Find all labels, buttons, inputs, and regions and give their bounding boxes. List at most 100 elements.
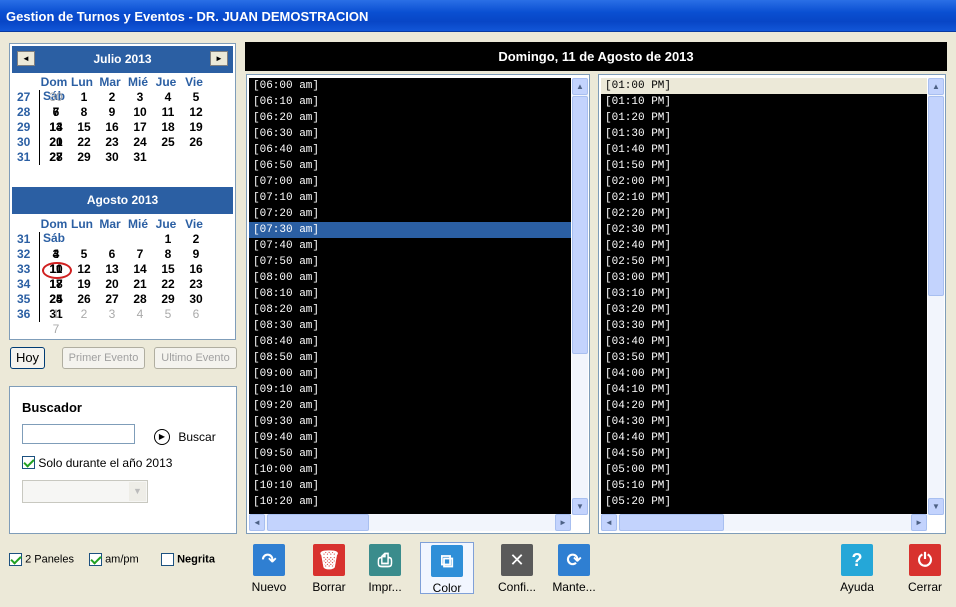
time-slot[interactable]: [09:00 am]	[249, 366, 571, 382]
time-slot[interactable]: [10:20 am]	[249, 494, 571, 510]
time-slot[interactable]: [05:10 PM]	[601, 478, 927, 494]
day-cell[interactable]: 5	[154, 307, 182, 322]
scroll-thumb[interactable]	[619, 514, 724, 531]
time-slot[interactable]: [07:10 am]	[249, 190, 571, 206]
mante-button[interactable]: ⟳ Mante...	[547, 542, 601, 594]
day-cell[interactable]: 20	[98, 277, 126, 292]
scroll-left-icon[interactable]: ◄	[249, 514, 265, 531]
time-slot[interactable]: [02:30 PM]	[601, 222, 927, 238]
time-slot[interactable]: [01:00 PM]	[601, 78, 927, 94]
ayuda-button[interactable]: ? Ayuda	[830, 542, 884, 594]
time-slot[interactable]: [06:20 am]	[249, 110, 571, 126]
search-combo[interactable]: ▼	[22, 480, 148, 503]
time-slot[interactable]: [08:30 am]	[249, 318, 571, 334]
day-cell[interactable]: 16	[182, 262, 210, 277]
time-slot[interactable]: [02:10 PM]	[601, 190, 927, 206]
time-slot[interactable]: [03:10 PM]	[601, 286, 927, 302]
day-cell[interactable]: 17	[126, 120, 154, 135]
day-cell[interactable]: 8	[70, 105, 98, 120]
selected-day-cell[interactable]: 11	[42, 262, 72, 279]
chevron-down-icon[interactable]: ▼	[129, 482, 146, 501]
day-cell[interactable]: 16	[98, 120, 126, 135]
time-slot[interactable]: [02:00 PM]	[601, 174, 927, 190]
time-slot[interactable]: [03:50 PM]	[601, 350, 927, 366]
day-cell[interactable]: 28	[42, 150, 70, 165]
time-slot[interactable]: [04:30 PM]	[601, 414, 927, 430]
today-button[interactable]: Hoy	[10, 347, 45, 369]
next-month-button[interactable]: ►	[210, 51, 228, 66]
time-slot[interactable]: [03:30 PM]	[601, 318, 927, 334]
color-button[interactable]: ⧉ Color	[420, 542, 474, 595]
day-cell[interactable]: 12	[70, 262, 98, 277]
day-cell[interactable]: 4	[42, 247, 70, 262]
time-slot[interactable]: [06:00 am]	[249, 78, 571, 94]
ampm-checkbox[interactable]: am/pm	[89, 553, 139, 566]
time-slot[interactable]: [05:00 PM]	[601, 462, 927, 478]
time-slot[interactable]: [02:20 PM]	[601, 206, 927, 222]
time-slot[interactable]: [09:40 am]	[249, 430, 571, 446]
nuevo-button[interactable]: ↷ Nuevo	[242, 542, 296, 594]
day-cell[interactable]: 6	[182, 307, 210, 322]
last-event-button[interactable]: Ultimo Evento	[154, 347, 237, 369]
time-slot[interactable]: [06:10 am]	[249, 94, 571, 110]
morning-slot-list[interactable]: [06:00 am] [06:10 am] [06:20 am] [06:30 am]…	[249, 78, 571, 515]
day-cell[interactable]: 22	[70, 135, 98, 150]
time-slot[interactable]: [02:50 PM]	[601, 254, 927, 270]
search-input[interactable]	[22, 424, 135, 444]
time-slot[interactable]: [06:50 am]	[249, 158, 571, 174]
day-cell[interactable]: 30	[42, 90, 70, 105]
day-cell[interactable]: 9	[98, 105, 126, 120]
bold-checkbox[interactable]: Negrita	[161, 553, 215, 566]
afternoon-hscroll[interactable]: ◄ ►	[601, 514, 927, 531]
day-cell[interactable]: 10	[126, 105, 154, 120]
search-button[interactable]: ▶ Buscar	[154, 429, 216, 445]
time-slot[interactable]: [06:40 am]	[249, 142, 571, 158]
day-cell[interactable]: 4	[126, 307, 154, 322]
time-slot[interactable]: [01:50 PM]	[601, 158, 927, 174]
day-cell[interactable]: 29	[154, 292, 182, 307]
day-cell[interactable]: 25	[42, 292, 70, 307]
time-slot[interactable]: [07:00 am]	[249, 174, 571, 190]
time-slot[interactable]: [01:10 PM]	[601, 94, 927, 110]
time-slot[interactable]: [09:30 am]	[249, 414, 571, 430]
day-cell[interactable]: 21	[42, 135, 70, 150]
scroll-right-icon[interactable]: ►	[555, 514, 571, 531]
day-cell[interactable]: 7	[126, 247, 154, 262]
time-slot[interactable]: [03:40 PM]	[601, 334, 927, 350]
prev-month-button[interactable]: ◄	[17, 51, 35, 66]
day-cell[interactable]: 5	[70, 247, 98, 262]
borrar-button[interactable]: 🗑 Borrar	[302, 542, 356, 594]
day-cell[interactable]: 3	[98, 307, 126, 322]
day-cell[interactable]: 23	[98, 135, 126, 150]
day-cell[interactable]: 7	[42, 105, 70, 120]
day-cell[interactable]: 18	[42, 277, 70, 292]
scroll-right-icon[interactable]: ►	[911, 514, 927, 531]
day-cell[interactable]: 4	[154, 90, 182, 105]
day-cell[interactable]: 9	[182, 247, 210, 262]
time-slot[interactable]: [07:50 am]	[249, 254, 571, 270]
day-cell[interactable]: 5	[182, 90, 210, 105]
afternoon-slot-list[interactable]: [01:00 PM] [01:10 PM] [01:20 PM] [01:30 PM]…	[601, 78, 927, 515]
time-slot[interactable]: [08:20 am]	[249, 302, 571, 318]
scroll-thumb[interactable]	[572, 96, 588, 354]
time-slot[interactable]: [03:20 PM]	[601, 302, 927, 318]
day-cell[interactable]: 1	[70, 90, 98, 105]
time-slot[interactable]: [04:20 PM]	[601, 398, 927, 414]
two-panels-checkbox[interactable]: 2 Paneles	[9, 553, 74, 566]
day-cell[interactable]: 8	[154, 247, 182, 262]
day-cell[interactable]: 15	[70, 120, 98, 135]
day-cell[interactable]: 7	[42, 322, 70, 337]
time-slot[interactable]: [10:00 am]	[249, 462, 571, 478]
scroll-thumb[interactable]	[928, 96, 944, 296]
day-cell[interactable]: 23	[182, 277, 210, 292]
day-cell[interactable]: 30	[182, 292, 210, 307]
time-slot[interactable]: [09:10 am]	[249, 382, 571, 398]
scroll-down-icon[interactable]: ▼	[572, 498, 588, 515]
day-cell[interactable]: 29	[70, 150, 98, 165]
time-slot[interactable]: [08:40 am]	[249, 334, 571, 350]
scroll-up-icon[interactable]: ▲	[572, 78, 588, 95]
day-cell[interactable]: 2	[98, 90, 126, 105]
day-cell[interactable]: 13	[98, 262, 126, 277]
first-event-button[interactable]: Primer Evento	[62, 347, 145, 369]
day-cell[interactable]: 1	[42, 307, 70, 322]
